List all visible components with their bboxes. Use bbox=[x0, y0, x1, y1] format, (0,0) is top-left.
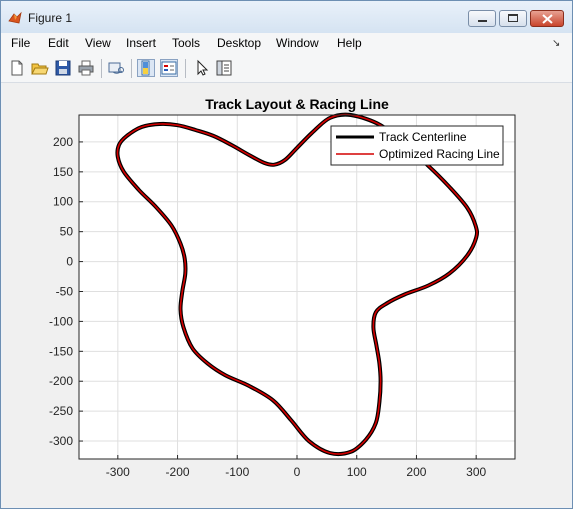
menu-help[interactable]: Help bbox=[337, 36, 362, 50]
y-tick-label: -250 bbox=[49, 404, 73, 418]
plot-svg[interactable]: -300 -200 -100 0 100 200 300 200 150 100 50 0 -50 -1… bbox=[3, 83, 570, 507]
insert-colorbar-button[interactable] bbox=[137, 59, 155, 77]
y-tick-label: 100 bbox=[53, 195, 73, 209]
save-icon[interactable] bbox=[54, 59, 72, 77]
x-tick-label: -200 bbox=[166, 465, 190, 479]
new-figure-icon[interactable] bbox=[8, 59, 26, 77]
menu-desktop[interactable]: Desktop bbox=[217, 36, 261, 50]
y-tick-label: -100 bbox=[49, 314, 73, 328]
y-tick-label: -150 bbox=[49, 344, 73, 358]
menu-view[interactable]: View bbox=[85, 36, 111, 50]
insert-legend-icon bbox=[161, 61, 177, 75]
x-tick-label: 200 bbox=[406, 465, 426, 479]
menu-insert[interactable]: Insert bbox=[126, 36, 156, 50]
maximize-icon bbox=[508, 14, 518, 22]
y-tick-label: -300 bbox=[49, 434, 73, 448]
maximize-button[interactable] bbox=[499, 10, 527, 27]
print-icon[interactable] bbox=[77, 59, 95, 77]
legend-label-racing-line: Optimized Racing Line bbox=[379, 147, 500, 161]
figure-window: Figure 1 File Edit View Insert Tools Des… bbox=[0, 0, 573, 509]
menu-edit[interactable]: Edit bbox=[48, 36, 69, 50]
close-icon bbox=[542, 14, 553, 24]
chart-title: Track Layout & Racing Line bbox=[205, 96, 389, 112]
menu-tools[interactable]: Tools bbox=[172, 36, 200, 50]
x-tick-label: -100 bbox=[225, 465, 249, 479]
x-tick-label: -300 bbox=[106, 465, 130, 479]
menu-file[interactable]: File bbox=[11, 36, 30, 50]
toolbar-separator bbox=[185, 59, 186, 78]
toolbar bbox=[1, 55, 572, 83]
title-bar[interactable]: Figure 1 bbox=[1, 1, 572, 33]
legend-label-centerline: Track Centerline bbox=[379, 130, 467, 144]
insert-colorbar-icon bbox=[141, 60, 150, 76]
toolbar-separator bbox=[131, 59, 132, 78]
figure-canvas: -300 -200 -100 0 100 200 300 200 150 100 50 0 -50 -1… bbox=[3, 83, 570, 507]
window-title: Figure 1 bbox=[28, 11, 73, 25]
x-tick-label: 300 bbox=[466, 465, 486, 479]
y-tick-label: -200 bbox=[49, 374, 73, 388]
menu-bar: File Edit View Insert Tools Desktop Wind… bbox=[1, 33, 572, 55]
y-tick-label: 200 bbox=[53, 135, 73, 149]
matlab-logo-icon bbox=[8, 11, 22, 24]
x-tick-label: 100 bbox=[347, 465, 367, 479]
y-tick-label: -50 bbox=[56, 284, 74, 298]
legend[interactable]: Track Centerline Optimized Racing Line bbox=[330, 125, 504, 166]
edit-plot-arrow-icon[interactable] bbox=[193, 59, 211, 77]
y-tick-label: 150 bbox=[53, 165, 73, 179]
property-inspector-icon[interactable] bbox=[215, 59, 233, 77]
y-tick-label: 50 bbox=[60, 225, 74, 239]
y-tick-label: 0 bbox=[66, 255, 73, 269]
minimize-icon bbox=[478, 20, 487, 22]
y-tick-labels: 200 150 100 50 0 -50 -100 -150 -200 -250 -300 bbox=[49, 135, 73, 448]
x-tick-label: 0 bbox=[294, 465, 301, 479]
close-button[interactable] bbox=[530, 10, 564, 27]
link-plot-icon[interactable] bbox=[107, 59, 125, 77]
insert-legend-button[interactable] bbox=[160, 59, 178, 77]
open-file-icon[interactable] bbox=[31, 59, 49, 77]
menu-window[interactable]: Window bbox=[276, 36, 319, 50]
toolbar-separator bbox=[101, 59, 102, 78]
x-tick-labels: -300 -200 -100 0 100 200 300 bbox=[106, 465, 487, 479]
minimize-button[interactable] bbox=[468, 10, 496, 27]
menu-overflow-icon[interactable]: ↘ bbox=[552, 38, 560, 49]
